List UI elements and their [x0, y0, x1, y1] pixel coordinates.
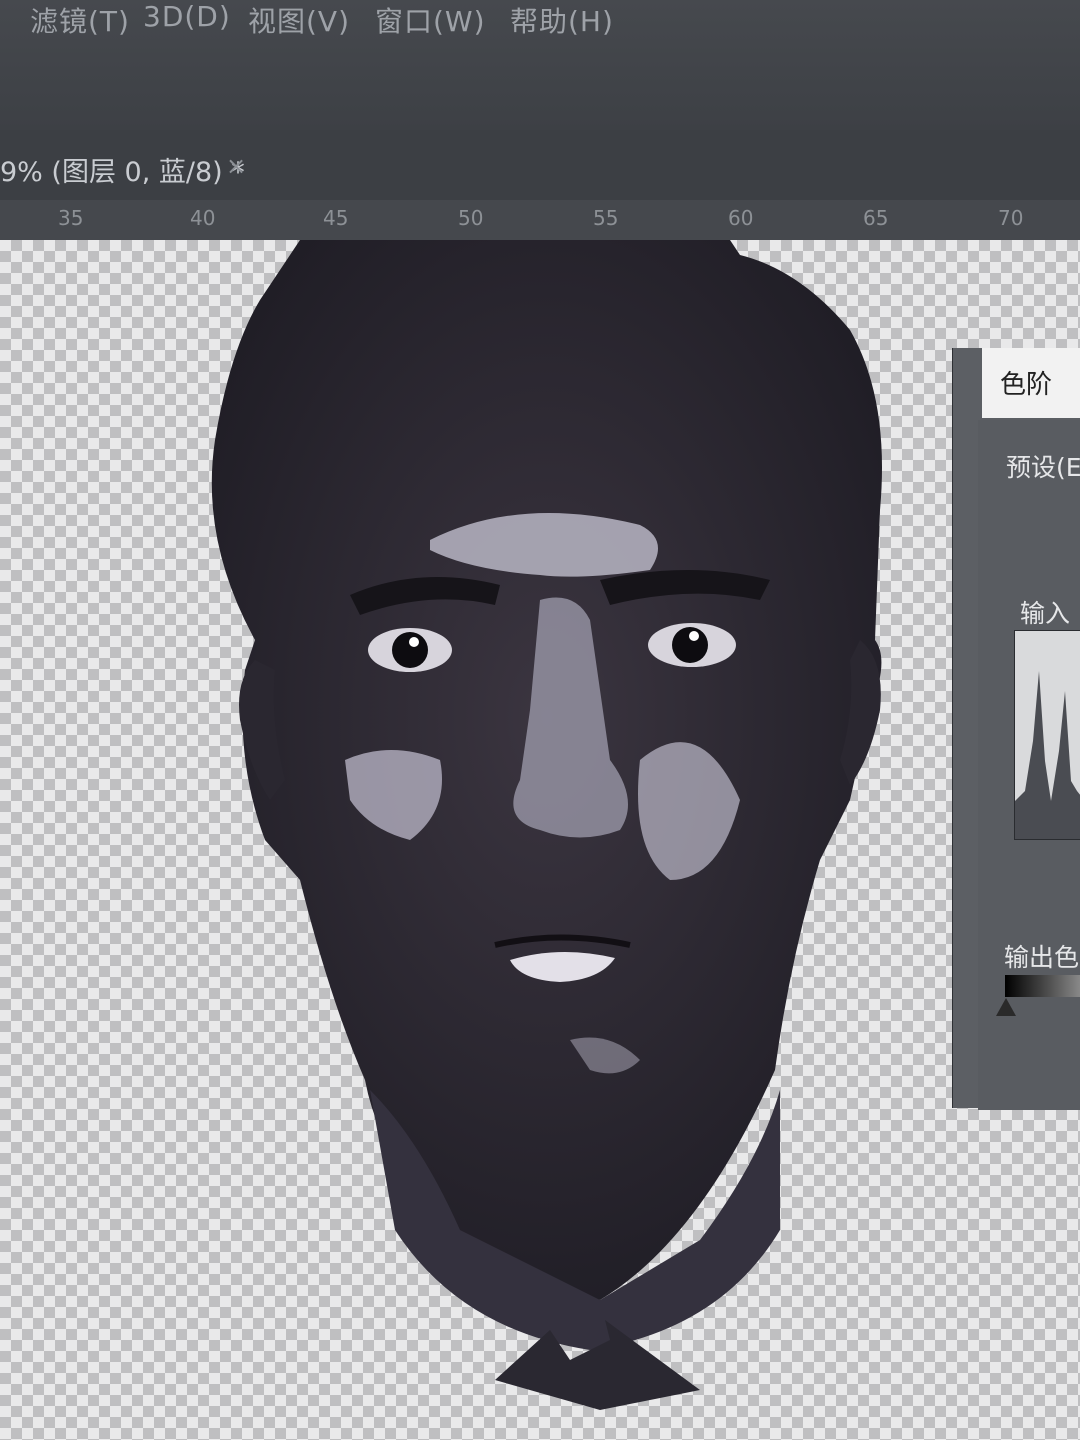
- input-levels-label: 输入: [1020, 599, 1071, 628]
- portrait-image: [211, 240, 883, 1410]
- ruler-mark: 60: [728, 206, 754, 230]
- output-levels-slider[interactable]: [1005, 975, 1080, 997]
- menu-view[interactable]: 视图(V): [248, 0, 350, 40]
- slider-handle-icon[interactable]: [996, 998, 1016, 1016]
- preset-label[interactable]: 预设(E: [1006, 448, 1080, 484]
- ruler-mark: 65: [863, 206, 889, 230]
- ruler-mark: 70: [998, 206, 1024, 230]
- close-icon[interactable]: ×: [226, 152, 246, 180]
- ruler-mark: 40: [190, 206, 216, 230]
- menu-3d[interactable]: 3D(D): [143, 0, 231, 33]
- histogram: [1014, 630, 1080, 840]
- ruler-mark: 55: [593, 206, 619, 230]
- menu-window[interactable]: 窗口(W): [375, 0, 486, 40]
- ruler-mark: 35: [58, 206, 84, 230]
- histogram-graph: [1015, 671, 1080, 839]
- horizontal-ruler: 35 40 45 50 55 60 65 70: [0, 200, 1080, 241]
- levels-title: 色阶: [1000, 370, 1053, 400]
- menu-bar: 滤镜(T) 3D(D) 视图(V) 窗口(W) 帮助(H): [0, 0, 1080, 130]
- image-canvas[interactable]: [0, 240, 1080, 1440]
- document-tab[interactable]: 9% (图层 0, 蓝/8) *: [0, 150, 245, 189]
- ruler-mark: 45: [323, 206, 349, 230]
- menu-help[interactable]: 帮助(H): [510, 0, 614, 40]
- menu-filter[interactable]: 滤镜(T): [30, 0, 130, 40]
- output-levels-label: 输出色: [1004, 943, 1080, 972]
- ruler-mark: 50: [458, 206, 484, 230]
